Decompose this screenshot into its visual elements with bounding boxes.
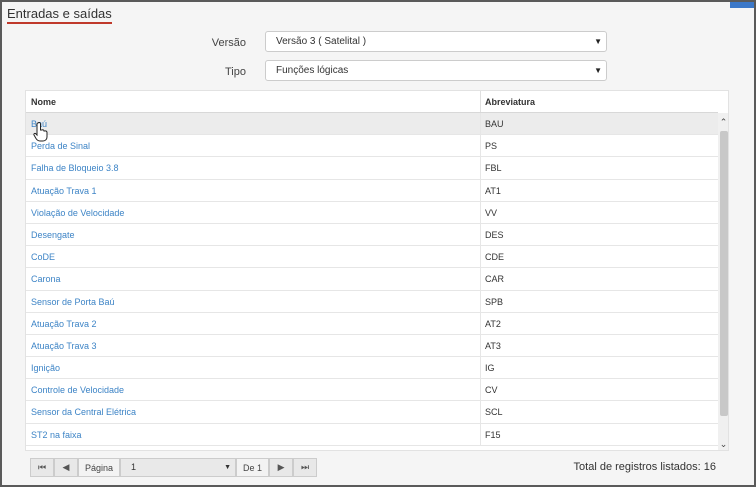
page-label: Página: [78, 458, 121, 477]
column-divider: [480, 113, 481, 135]
data-grid: Nome Abreviatura Baú BAU Perda de Sinal …: [25, 90, 729, 451]
page-title: Entradas e saídas: [7, 6, 112, 24]
table-row[interactable]: Atuação Trava 1 AT1: [26, 179, 718, 202]
column-header-abreviatura[interactable]: Abreviatura: [485, 97, 535, 107]
column-divider: [480, 334, 481, 357]
column-divider: [480, 290, 481, 312]
hand-cursor-icon: [33, 122, 48, 142]
table-row[interactable]: Perda de Sinal PS: [26, 135, 718, 158]
row-name-link[interactable]: Atuação Trava 3: [31, 341, 97, 351]
previous-page-button[interactable]: ◀: [54, 458, 78, 477]
column-divider: [480, 223, 481, 246]
chevron-down-icon: ▼: [594, 66, 602, 75]
column-divider: [480, 312, 481, 334]
table-row[interactable]: Carona CAR: [26, 268, 718, 291]
row-abbreviation: DES: [485, 229, 504, 240]
table-row[interactable]: Sensor da Central Elétrica SCL: [26, 401, 718, 424]
column-divider: [480, 268, 481, 290]
corner-badge: [730, 2, 754, 8]
table-row[interactable]: Ignição IG: [26, 357, 718, 380]
row-abbreviation: FBL: [485, 163, 502, 174]
chevron-up-icon[interactable]: ⌃: [718, 117, 728, 129]
row-abbreviation: F15: [485, 429, 501, 440]
first-page-button[interactable]: ⏮: [30, 458, 54, 477]
grid-header: Nome Abreviatura: [26, 91, 718, 113]
table-row[interactable]: Baú BAU: [26, 113, 718, 136]
version-label: Versão: [211, 37, 246, 49]
row-name-link[interactable]: ST2 na faixa: [31, 430, 82, 440]
last-page-button[interactable]: ⏭: [293, 458, 318, 477]
row-abbreviation: CDE: [485, 252, 505, 263]
column-divider: [480, 135, 481, 157]
row-name-link[interactable]: Atuação Trava 2: [31, 319, 97, 329]
row-abbreviation: AT1: [485, 185, 501, 196]
row-abbreviation: VV: [485, 207, 498, 218]
column-divider: [480, 401, 481, 423]
column-divider: [480, 201, 481, 223]
row-abbreviation: PS: [485, 141, 498, 152]
table-row[interactable]: Sensor de Porta Baú SPB: [26, 290, 718, 313]
table-row[interactable]: Desengate DES: [26, 223, 718, 247]
row-abbreviation: SPB: [485, 296, 504, 307]
next-page-button[interactable]: ▶: [269, 458, 294, 477]
chevron-down-icon: ▼: [224, 464, 232, 471]
table-row[interactable]: Atuação Trava 3 AT3: [26, 334, 718, 358]
total-records-label: Total de registros listados: 16: [573, 461, 716, 473]
row-abbreviation: SCL: [485, 407, 503, 418]
row-name-link[interactable]: Sensor de Porta Baú: [31, 297, 115, 307]
type-select[interactable]: Funções lógicas ▼: [265, 60, 607, 81]
row-abbreviation: CAR: [485, 274, 505, 285]
previous-page-icon: ◀: [62, 462, 70, 472]
column-header-nome[interactable]: Nome: [31, 97, 56, 107]
row-abbreviation: CV: [485, 385, 498, 396]
row-name-link[interactable]: CoDE: [31, 252, 55, 262]
row-abbreviation: BAU: [485, 119, 504, 129]
row-name-link[interactable]: Controle de Velocidade: [31, 385, 124, 395]
table-row[interactable]: CoDE CDE: [26, 246, 718, 269]
next-page-icon: ▶: [277, 462, 285, 472]
row-name-link[interactable]: Ignição: [31, 363, 60, 373]
scrollbar-thumb[interactable]: [720, 131, 728, 416]
table-row[interactable]: Violação de Velocidade VV: [26, 201, 718, 224]
table-row[interactable]: Falha de Bloqueio 3.8 FBL: [26, 157, 718, 180]
row-abbreviation: AT3: [485, 340, 501, 351]
table-row[interactable]: Atuação Trava 2 AT2: [26, 312, 718, 335]
row-name-link[interactable]: Falha de Bloqueio 3.8: [31, 163, 119, 173]
type-select-value: Funções lógicas: [276, 65, 349, 76]
row-name-link[interactable]: Carona: [31, 274, 61, 284]
column-divider: [480, 91, 481, 112]
row-abbreviation: AT2: [485, 318, 501, 329]
column-divider: [480, 423, 481, 445]
row-name-link[interactable]: Atuação Trava 1: [31, 186, 97, 196]
column-divider: [480, 157, 481, 179]
page-select[interactable]: 1 ▼: [120, 458, 237, 477]
column-divider: [480, 379, 481, 401]
table-row[interactable]: Controle de Velocidade CV: [26, 379, 718, 402]
page-count-label: De 1: [236, 458, 270, 477]
row-name-link[interactable]: Sensor da Central Elétrica: [31, 407, 136, 417]
table-row[interactable]: ST2 na faixa F15: [26, 423, 718, 446]
chevron-down-icon: ▼: [594, 37, 602, 46]
column-divider: [480, 357, 481, 379]
row-name-link[interactable]: Desengate: [31, 230, 75, 240]
type-label: Tipo: [225, 66, 246, 78]
row-name-link[interactable]: Violação de Velocidade: [31, 208, 124, 218]
grid-rows: Baú BAU Perda de Sinal PS Falha de Bloqu…: [26, 113, 718, 446]
page-select-value: 1: [131, 462, 137, 472]
version-select[interactable]: Versão 3 ( Satelital ) ▼: [265, 31, 607, 52]
pagination: ⏮ ◀ Página 1 ▼ De 1 ▶ ⏭: [30, 458, 318, 477]
window-frame: Entradas e saídas Versão Versão 3 ( Sate…: [0, 0, 756, 487]
column-divider: [480, 179, 481, 201]
chevron-down-icon[interactable]: ⌄: [718, 439, 728, 450]
version-select-value: Versão 3 ( Satelital ): [276, 36, 367, 47]
column-divider: [480, 246, 481, 268]
last-page-icon: ⏭: [300, 462, 310, 472]
vertical-scrollbar[interactable]: ⌃ ⌄: [718, 113, 728, 450]
row-name-link[interactable]: Perda de Sinal: [31, 141, 90, 151]
first-page-icon: ⏮: [37, 462, 47, 472]
row-abbreviation: IG: [485, 363, 495, 374]
